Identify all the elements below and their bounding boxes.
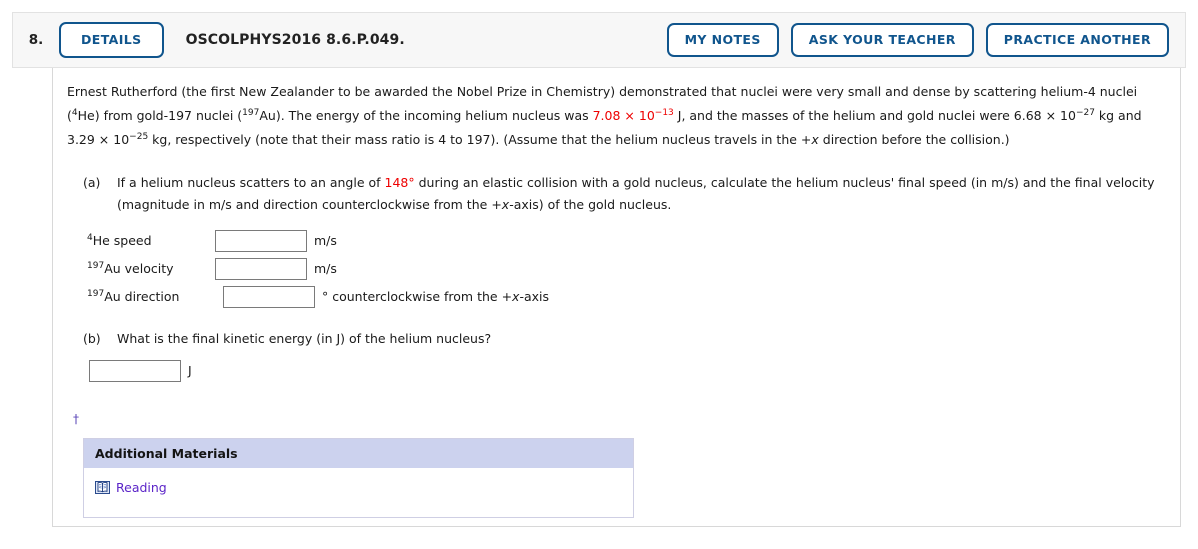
plus-x-direction: +x: [800, 132, 819, 147]
kinetic-energy-unit: J: [188, 363, 192, 379]
au-direction-unit: ° counterclockwise from the +x-axis: [322, 289, 549, 304]
stem-text-4: J, and the masses of the helium and gold…: [673, 108, 1014, 123]
kinetic-energy-input[interactable]: [89, 359, 181, 382]
answer-row-au-direction: 197Au direction ° counterclockwise from …: [87, 285, 1166, 308]
gold-mass-number: 197: [242, 107, 260, 118]
au-direction-unit-post: -axis: [519, 289, 550, 305]
header-actions: MY NOTES ASK YOUR TEACHER PRACTICE ANOTH…: [666, 22, 1185, 58]
au-direction-input[interactable]: [223, 285, 315, 308]
au-direction-superscript: 197: [87, 289, 105, 300]
part-b: (b) What is the final kinetic energy (in…: [67, 328, 1166, 350]
stem-text-7: direction before the collision.): [818, 132, 1010, 147]
answer-row-he-speed: 4He speed m/s: [87, 229, 1166, 252]
problem-statement: Ernest Rutherford (the first New Zealand…: [67, 80, 1157, 152]
he-speed-label-text: He speed: [92, 233, 152, 249]
part-a-axis: +x: [491, 196, 510, 212]
part-a-label: (a): [83, 175, 101, 190]
footnote-dagger: †: [73, 411, 79, 426]
he-speed-input[interactable]: [215, 229, 307, 252]
stem-text-3: Au). The energy of the incoming helium n…: [259, 108, 593, 123]
additional-materials-title: Additional Materials: [84, 438, 633, 468]
stem-text-6: kg, respectively (note that their mass r…: [148, 132, 801, 147]
incoming-energy-exponent: −13: [654, 107, 674, 118]
question-header: 8. DETAILS OSCOLPHYS2016 8.6.P.049. MY N…: [12, 12, 1186, 68]
au-velocity-label-text: Au velocity: [104, 261, 174, 277]
additional-materials-body: Reading: [84, 468, 633, 517]
au-direction-unit-axis: +x: [501, 289, 520, 305]
part-b-label: (b): [83, 330, 101, 346]
stem-text-5: kg and: [1094, 108, 1142, 123]
part-b-answer: J: [67, 359, 1166, 382]
reading-link[interactable]: Reading: [95, 480, 167, 495]
gold-mass-exponent: −25: [129, 131, 149, 142]
he-speed-unit: m/s: [314, 233, 337, 249]
part-a-answers: 4He speed m/s 197Au velocity m/s 197Au d…: [67, 229, 1166, 308]
reading-link-label: Reading: [116, 479, 167, 495]
details-button[interactable]: DETAILS: [59, 21, 164, 59]
au-direction-label-text: Au direction: [104, 289, 180, 305]
gold-mass-value: 3.29 × 10: [67, 132, 130, 147]
question-code: OSCOLPHYS2016 8.6.P.049.: [185, 32, 405, 48]
answer-row-au-velocity: 197Au velocity m/s: [87, 257, 1166, 280]
au-direction-label: 197Au direction: [87, 289, 223, 304]
helium-mass-value: 6.68 × 10: [1013, 108, 1076, 123]
helium-mass-exponent: −27: [1075, 107, 1095, 118]
part-b-text: What is the final kinetic energy (in J) …: [117, 330, 492, 346]
practice-another-button[interactable]: PRACTICE ANOTHER: [985, 22, 1169, 58]
part-a-text-end: -axis) of the gold nucleus.: [509, 196, 672, 212]
my-notes-button[interactable]: MY NOTES: [666, 22, 779, 58]
part-a-text-before: If a helium nucleus scatters to an angle…: [117, 175, 385, 190]
au-velocity-input[interactable]: [215, 257, 307, 280]
incoming-energy-value: 7.08 × 10: [592, 108, 655, 123]
scatter-angle-value: 148°: [384, 175, 415, 190]
he-speed-label: 4He speed: [87, 233, 215, 248]
ask-your-teacher-button[interactable]: ASK YOUR TEACHER: [790, 22, 974, 58]
book-icon: [95, 480, 110, 494]
question-body: Ernest Rutherford (the first New Zealand…: [52, 68, 1181, 527]
part-a-text: If a helium nucleus scatters to an angle…: [117, 172, 1166, 216]
au-velocity-unit: m/s: [314, 261, 337, 277]
au-velocity-superscript: 197: [87, 261, 105, 272]
au-direction-unit-pre: ° counterclockwise from the: [322, 289, 502, 305]
stem-text-2: He) from gold-197 nuclei (: [77, 108, 243, 123]
question-number: 8.: [28, 32, 44, 48]
au-velocity-label: 197Au velocity: [87, 261, 215, 276]
part-a: (a) If a helium nucleus scatters to an a…: [67, 172, 1166, 216]
additional-materials-panel: Additional Materials Reading: [83, 437, 634, 518]
